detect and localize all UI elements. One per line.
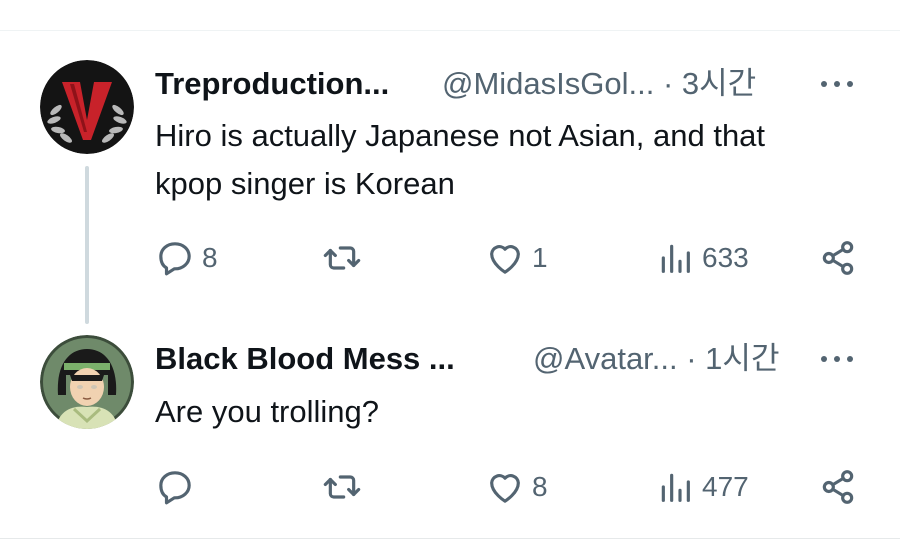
display-name[interactable]: Black Blood Mess ... [155, 339, 455, 379]
tweet-text: Are you trolling? [155, 394, 380, 429]
views-count: 633 [702, 242, 749, 273]
tweet-header: Black Blood Mess ... @Avatar... · 1시간 [155, 339, 875, 379]
views-button[interactable]: 633 [655, 238, 749, 278]
tweet-text: Hiro is actually Japanese not Asian, and… [155, 118, 766, 201]
reply-button[interactable] [155, 467, 202, 507]
handle-and-time[interactable]: @MidasIsGol... · 3시간 [442, 64, 756, 104]
like-button[interactable]: 1 [485, 238, 548, 278]
tweet-actions: 8 1 633 [155, 238, 865, 278]
share-icon [822, 470, 854, 504]
reply-button[interactable]: 8 [155, 238, 218, 278]
retweet-icon [323, 475, 361, 499]
red-v-logo-icon [40, 60, 134, 154]
like-button[interactable]: 8 [485, 467, 548, 507]
reply-count: 8 [202, 242, 218, 273]
display-name[interactable]: Treproduction... [155, 64, 389, 104]
top-divider [0, 30, 900, 31]
share-button[interactable] [818, 467, 858, 507]
share-icon [822, 241, 854, 275]
avatar-black-blood-mess[interactable] [40, 335, 134, 429]
handle-and-time[interactable]: @Avatar... · 1시간 [533, 339, 779, 379]
retweet-icon [323, 246, 361, 270]
retweet-button[interactable] [322, 238, 369, 278]
views-count: 477 [702, 471, 749, 502]
avatar-treproduction[interactable] [40, 60, 134, 154]
like-count: 8 [532, 471, 548, 502]
bottom-divider [0, 538, 900, 539]
like-icon [490, 245, 520, 274]
like-count: 1 [532, 242, 548, 273]
more-icon[interactable] [819, 73, 855, 93]
like-icon [490, 474, 520, 503]
views-button[interactable]: 477 [655, 467, 749, 507]
tweet-header: Treproduction... @MidasIsGol... · 3시간 [155, 64, 875, 104]
cartoon-character-icon [40, 335, 134, 429]
views-icon [661, 473, 690, 502]
views-icon [661, 244, 690, 273]
more-icon[interactable] [819, 348, 855, 368]
reply-icon [159, 242, 191, 276]
share-button[interactable] [818, 238, 858, 278]
reply-icon [159, 471, 191, 505]
retweet-button[interactable] [322, 467, 369, 507]
tweet-actions: 8 477 [155, 467, 865, 507]
thread-connector-line [85, 166, 89, 324]
